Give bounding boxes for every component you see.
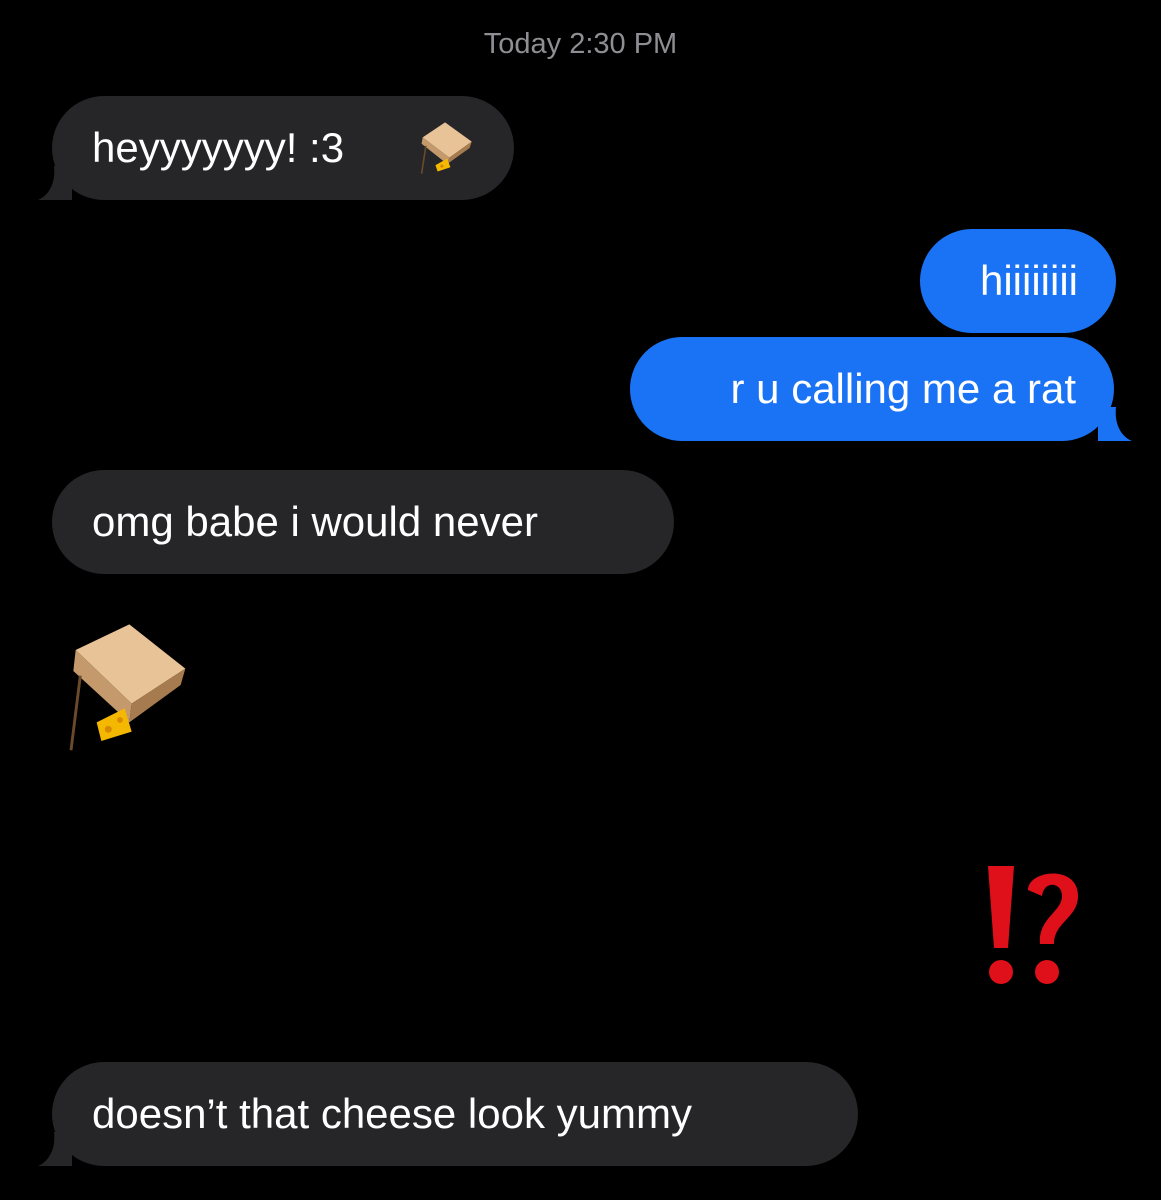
message-bubble-received[interactable]: doesn’t that cheese look yummy — [38, 1062, 858, 1166]
message-bubble-received[interactable]: omg babe i would never — [52, 470, 674, 574]
mouse-trap-icon — [69, 624, 186, 751]
bubble-tail — [38, 166, 72, 200]
message-bubble-sent[interactable]: hiiiiiiii — [920, 229, 1116, 333]
bubble-tail — [1098, 407, 1132, 441]
message-text: heyyyyyyy! :3 — [92, 124, 345, 171]
message-bubble-received[interactable]: heyyyyyyy! :3 — [38, 96, 514, 200]
message-text: doesn’t that cheese look yummy — [92, 1090, 692, 1137]
message-text: r u calling me a rat — [730, 365, 1076, 412]
message-text: omg babe i would never — [92, 498, 538, 545]
message-bubble-sent[interactable]: r u calling me a rat — [630, 337, 1132, 441]
bubble-tail — [38, 1132, 72, 1166]
message-text: hiiiiiiii — [979, 257, 1078, 304]
mouse-trap-icon — [420, 122, 472, 174]
conversation-timestamp: Today 2:30 PM — [483, 28, 678, 60]
interrobang-icon — [988, 866, 1078, 984]
